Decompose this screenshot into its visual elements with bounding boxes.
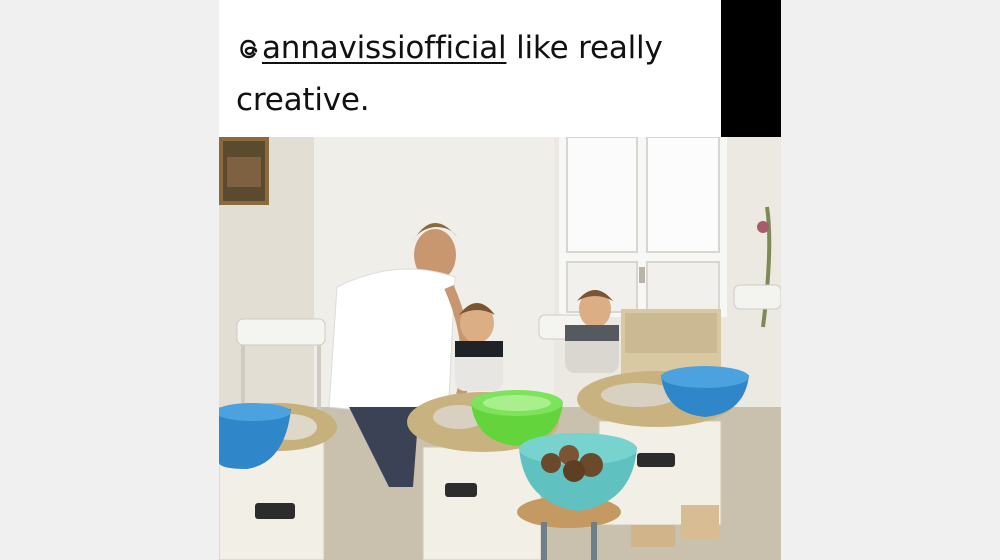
caption-text-line1: like really bbox=[506, 30, 663, 66]
post-caption: annavissiofficial like really creative. bbox=[236, 24, 716, 124]
threads-at-icon bbox=[236, 28, 262, 76]
mention-text: annavissiofficial bbox=[262, 30, 507, 66]
black-side-bar bbox=[721, 0, 781, 137]
post-photo bbox=[219, 137, 781, 560]
caption-text-line2: creative. bbox=[236, 82, 370, 118]
photo-illustration bbox=[219, 137, 781, 560]
mention-link[interactable]: annavissiofficial bbox=[236, 30, 507, 66]
post-card: annavissiofficial like really creative. bbox=[219, 0, 781, 560]
